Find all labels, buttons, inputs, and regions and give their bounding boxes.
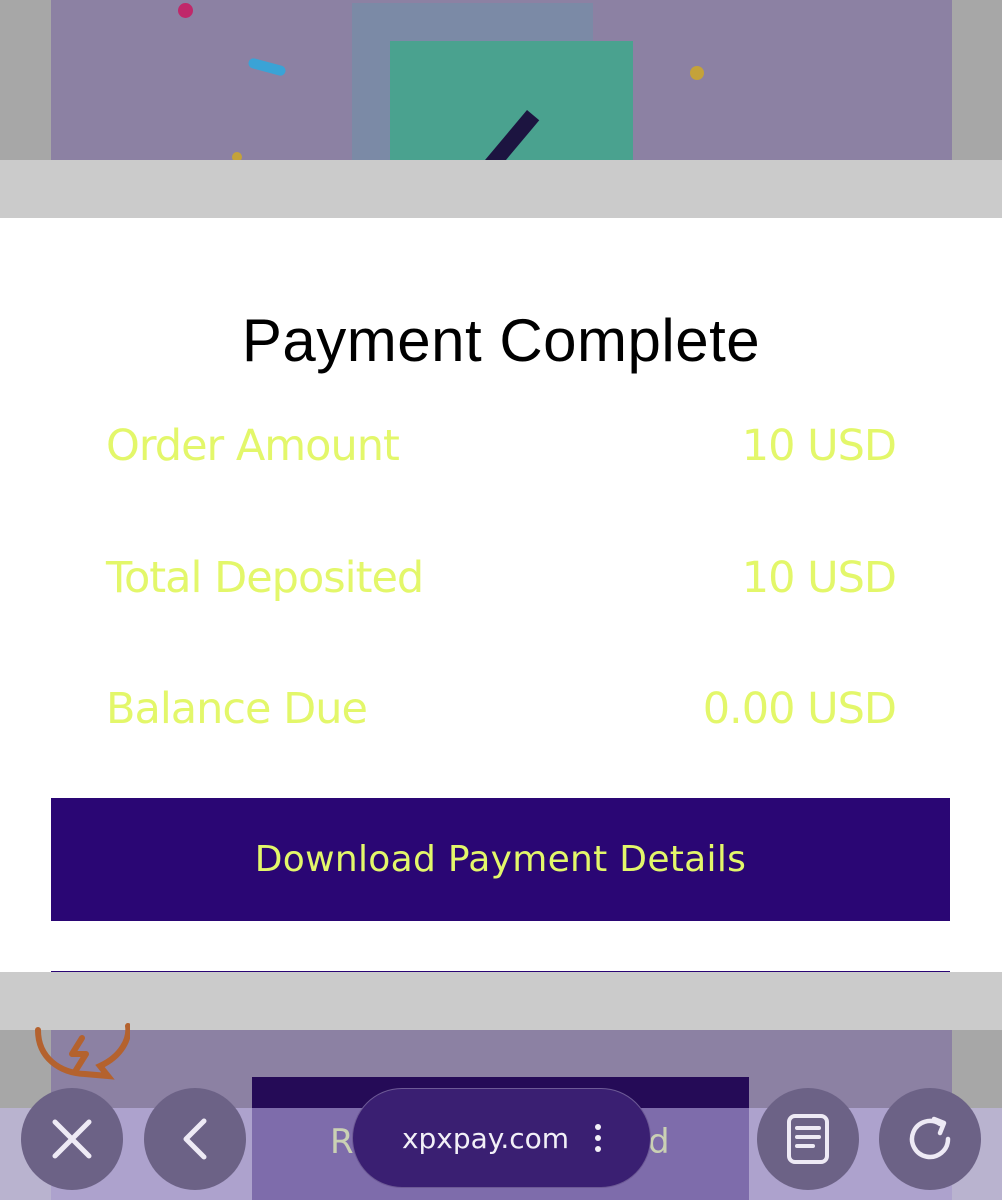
total-deposited-value: 10 USD xyxy=(741,553,897,603)
total-deposited-row: Total Deposited 10 USD xyxy=(106,550,897,606)
payment-complete-modal: Payment Complete Order Amount 10 USD Tot… xyxy=(0,218,1002,977)
order-amount-row: Order Amount 10 USD xyxy=(106,418,897,474)
download-payment-details-button[interactable]: Download Payment Details xyxy=(51,798,950,921)
support-chat-icon xyxy=(35,1023,130,1080)
overlay-band-top xyxy=(0,160,1002,218)
more-options-icon[interactable] xyxy=(595,1124,602,1152)
modal-title: Payment Complete xyxy=(241,307,761,374)
url-text: xpxpay.com xyxy=(401,1121,570,1155)
back-button[interactable] xyxy=(144,1088,246,1190)
balance-due-value: 0.00 USD xyxy=(702,684,897,734)
reader-mode-button[interactable] xyxy=(757,1088,859,1190)
balance-due-row: Balance Due 0.00 USD xyxy=(106,681,897,737)
total-deposited-label: Total Deposited xyxy=(106,553,424,603)
confetti-dot xyxy=(178,3,193,18)
reader-icon xyxy=(787,1114,829,1164)
reload-button[interactable] xyxy=(879,1088,981,1190)
order-amount-label: Order Amount xyxy=(106,421,400,471)
overlay-band-bottom xyxy=(0,972,1002,1030)
close-tab-button[interactable] xyxy=(21,1088,123,1190)
balance-due-label: Balance Due xyxy=(106,684,368,734)
close-icon xyxy=(52,1119,92,1159)
confetti-dot xyxy=(690,66,704,80)
order-amount-value: 10 USD xyxy=(741,421,897,471)
reload-icon xyxy=(909,1116,951,1160)
chevron-left-icon xyxy=(183,1118,207,1160)
address-bar[interactable]: xpxpay.com xyxy=(352,1088,651,1188)
